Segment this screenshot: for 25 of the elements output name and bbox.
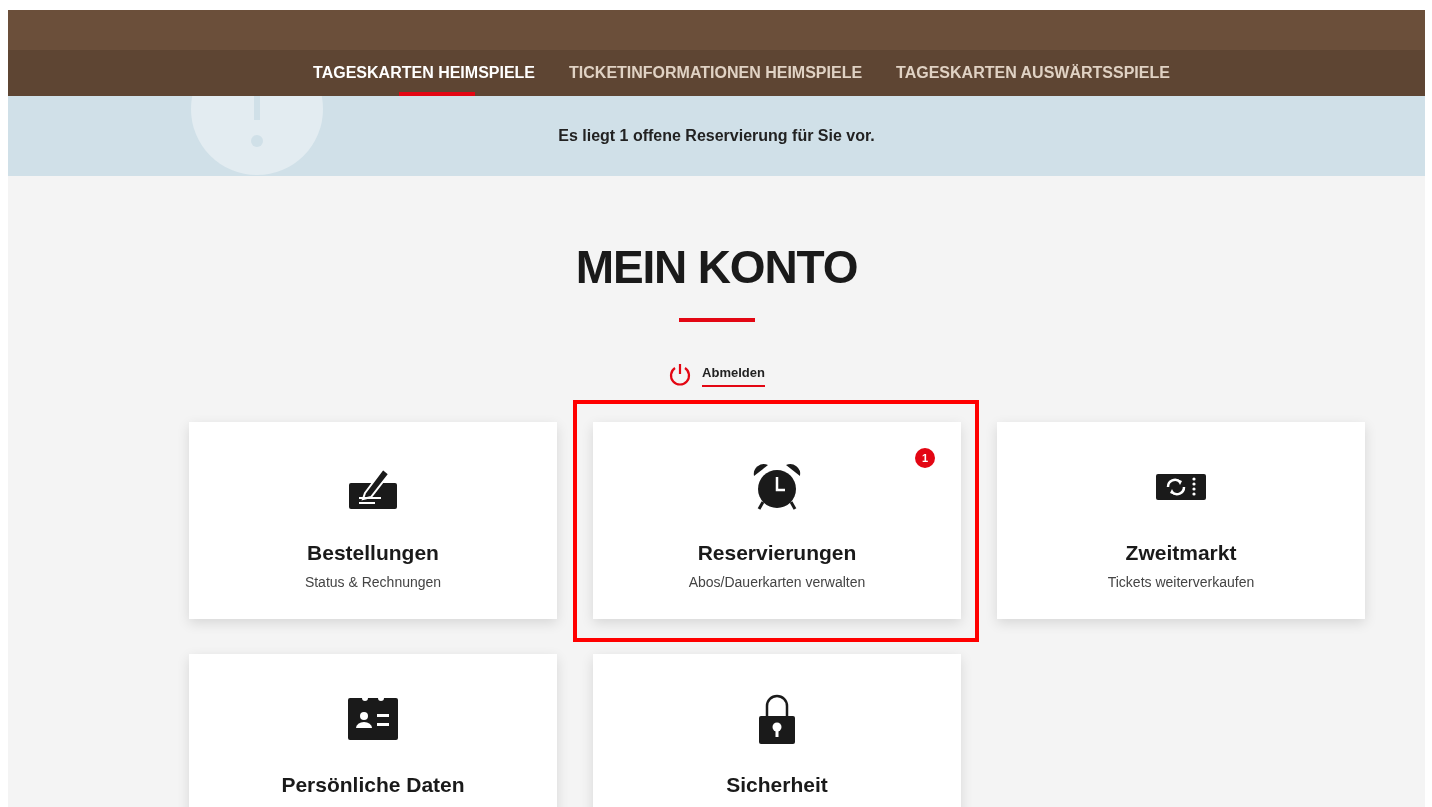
- account-card[interactable]: Sicherheit: [593, 654, 961, 807]
- nav-tab[interactable]: TAGESKARTEN AUSWÄRTSSPIELE: [896, 50, 1170, 96]
- ticket-refresh-icon: [1156, 474, 1206, 500]
- id-card-icon: [348, 698, 398, 740]
- page-title: MEIN KONTO: [575, 244, 858, 290]
- card-subtitle: Abos/Dauerkarten verwalten: [688, 573, 866, 593]
- account-card[interactable]: Persönliche Daten: [189, 654, 557, 807]
- nav-tab[interactable]: TICKETINFORMATIONEN HEIMSPIELE: [569, 50, 863, 96]
- notification-badge: 1: [915, 448, 935, 468]
- alarm-clock-icon: [751, 462, 803, 512]
- padlock-icon: [758, 694, 796, 744]
- logout-link[interactable]: Abmelden: [668, 362, 765, 388]
- card-title: Persönliche Daten: [281, 772, 465, 798]
- power-icon: [668, 362, 693, 388]
- notice-text: Es liegt 1 offene Reservierung für Sie vor.: [558, 126, 875, 146]
- card-title: Reservierungen: [697, 540, 857, 566]
- card-title: Sicherheit: [726, 772, 828, 798]
- nav-tab[interactable]: TAGESKARTEN HEIMSPIELE: [313, 50, 536, 96]
- account-card[interactable]: Zweitmarkt Tickets weiterverkaufen: [997, 422, 1365, 619]
- account-card[interactable]: Reservierungen Abos/Dauerkarten verwalten 1: [593, 422, 961, 619]
- card-subtitle: Tickets weiterverkaufen: [1107, 573, 1255, 593]
- card-title: Zweitmarkt: [1125, 540, 1237, 566]
- card-subtitle: Status & Rechnungen: [304, 573, 442, 593]
- account-card[interactable]: Bestellungen Status & Rechnungen: [189, 422, 557, 619]
- card-title: Bestellungen: [307, 540, 439, 566]
